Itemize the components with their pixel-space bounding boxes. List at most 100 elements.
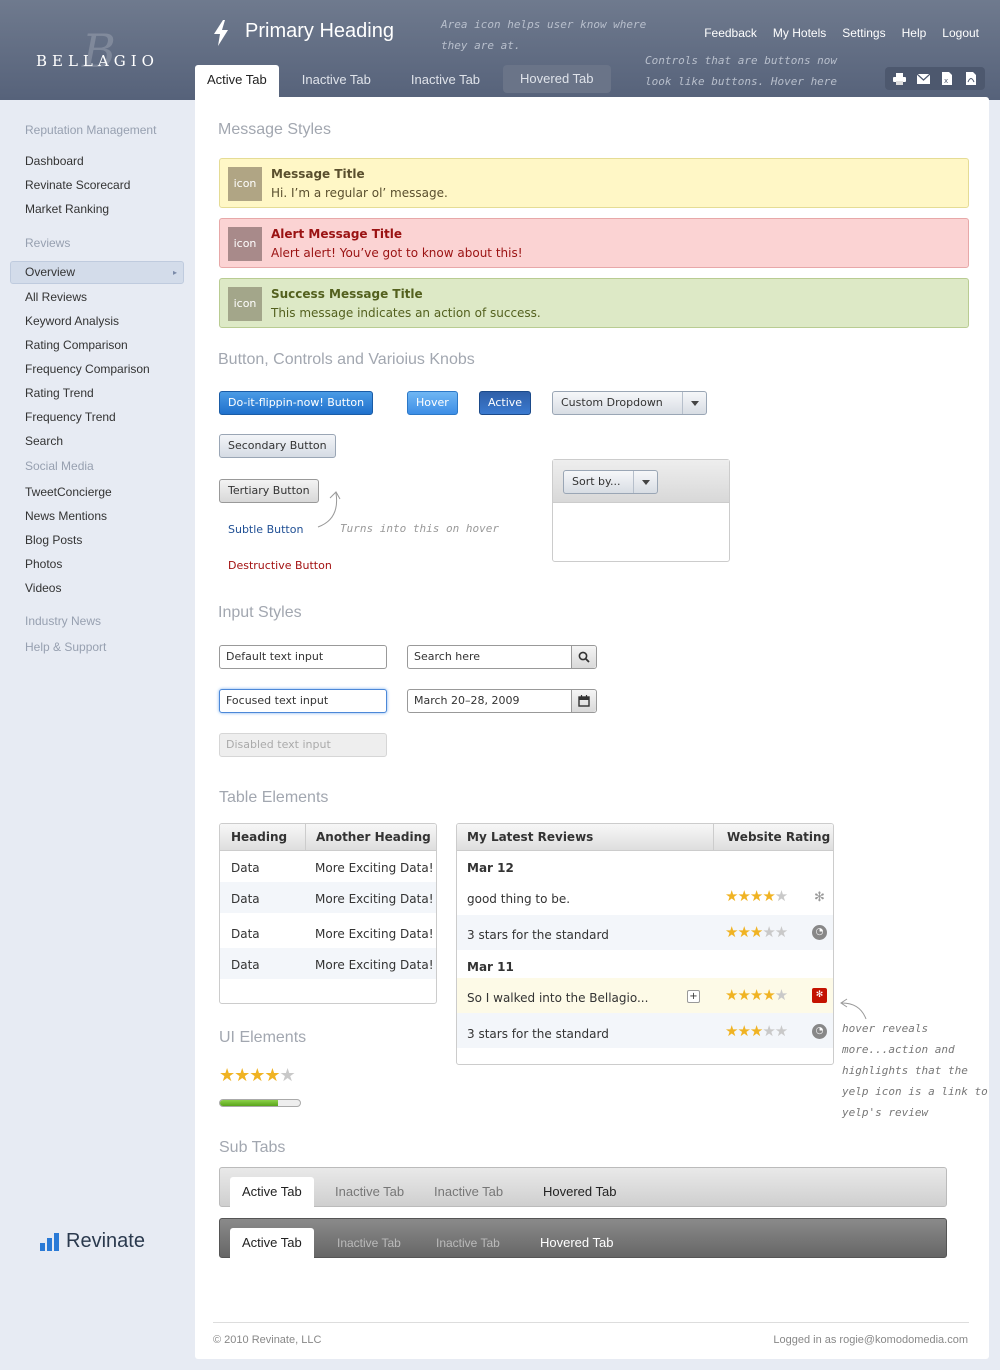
yelp-icon[interactable]: ✻ xyxy=(812,890,827,905)
section-title-tables: Table Elements xyxy=(219,789,329,806)
sidebar-item-keyword-analysis[interactable]: Keyword Analysis xyxy=(25,314,119,328)
sidebar-item-news-mentions[interactable]: News Mentions xyxy=(25,509,107,523)
review-source-icon[interactable]: ◔ xyxy=(812,1024,827,1039)
subtab-inactive-2[interactable]: Inactive Tab xyxy=(434,1177,503,1207)
tab-hovered[interactable]: Hovered Tab xyxy=(503,65,611,93)
settings-link[interactable]: Settings xyxy=(842,26,885,40)
table-header[interactable]: Heading xyxy=(220,824,306,851)
sidebar-item-market-ranking[interactable]: Market Ranking xyxy=(25,202,109,216)
sidebar-section-social-media[interactable]: Social Media xyxy=(25,459,94,473)
message-icon: icon xyxy=(228,287,262,321)
table-header[interactable]: Another Heading xyxy=(306,824,436,851)
default-text-input[interactable]: Default text input xyxy=(219,645,387,669)
message-info: icon Message Title Hi. I’m a regular ol’… xyxy=(219,158,969,208)
pdf-icon[interactable] xyxy=(959,69,983,88)
logout-link[interactable]: Logout xyxy=(942,26,979,40)
sidebar-item-photos[interactable]: Photos xyxy=(25,557,62,571)
section-title-messages: Message Styles xyxy=(218,121,331,138)
table-cell: More Exciting Data! xyxy=(315,892,434,906)
focused-text-input[interactable]: Focused text input xyxy=(219,689,387,713)
sidebar-section-reputation[interactable]: Reputation Management xyxy=(25,123,156,137)
feedback-link[interactable]: Feedback xyxy=(704,26,757,40)
secondary-button[interactable]: Secondary Button xyxy=(219,434,336,458)
sidebar: Reputation Management Dashboard Revinate… xyxy=(0,100,195,1370)
date-range-input[interactable]: March 20–28, 2009 xyxy=(407,689,597,713)
primary-button[interactable]: Do-it-flippin-now! Button xyxy=(219,391,374,415)
sort-panel: Sort by... xyxy=(552,459,730,562)
subtab-hovered[interactable]: Hovered Tab xyxy=(543,1177,616,1207)
sidebar-item-rating-comparison[interactable]: Rating Comparison xyxy=(25,338,128,352)
message-body: This message indicates an action of succ… xyxy=(271,306,541,320)
sidebar-item-videos[interactable]: Videos xyxy=(25,581,61,595)
tertiary-button[interactable]: Tertiary Button xyxy=(219,479,319,503)
table-cell: Data xyxy=(231,892,260,906)
sort-dropdown[interactable]: Sort by... xyxy=(563,470,658,494)
tab-active[interactable]: Active Tab xyxy=(195,65,279,100)
destructive-button[interactable]: Destructive Button xyxy=(228,555,332,579)
review-text[interactable]: good thing to be. xyxy=(467,892,570,906)
progress-bar-fill xyxy=(220,1100,278,1106)
search-icon[interactable] xyxy=(571,646,596,668)
print-icon[interactable] xyxy=(887,69,911,88)
search-input[interactable]: Search here xyxy=(407,645,597,669)
subtab-active[interactable]: Active Tab xyxy=(230,1177,314,1207)
message-title: Alert Message Title xyxy=(271,227,403,241)
subtle-button[interactable]: Subtle Button xyxy=(228,519,303,543)
email-icon[interactable] xyxy=(911,69,935,88)
logo-text: BELLAGIO xyxy=(36,52,159,70)
primary-button-active[interactable]: Active xyxy=(479,391,532,415)
sidebar-item-dashboard[interactable]: Dashboard xyxy=(25,154,84,168)
sidebar-section-reviews[interactable]: Reviews xyxy=(25,236,70,250)
tab-inactive-1[interactable]: Inactive Tab xyxy=(285,65,388,100)
message-title: Success Message Title xyxy=(271,287,423,301)
star-rating: ★★★★★ xyxy=(725,887,788,905)
yelp-icon[interactable]: ✻ xyxy=(812,988,827,1003)
sidebar-section-industry-news[interactable]: Industry News xyxy=(25,614,101,628)
sidebar-item-scorecard[interactable]: Revinate Scorecard xyxy=(25,178,130,192)
progress-bar xyxy=(219,1099,301,1107)
section-title-inputs: Input Styles xyxy=(218,604,302,621)
search-placeholder: Search here xyxy=(414,650,481,663)
primary-button-hover[interactable]: Hover xyxy=(407,391,458,415)
sidebar-item-overview[interactable]: Overview ▸ xyxy=(10,261,184,284)
disabled-text-input: Disabled text input xyxy=(219,733,387,757)
subtab-hovered[interactable]: Hovered Tab xyxy=(540,1228,613,1258)
subtab-inactive-1[interactable]: Inactive Tab xyxy=(335,1177,404,1207)
main-tabs: Active Tab Inactive Tab Inactive Tab Hov… xyxy=(195,65,617,100)
subtab-inactive-2[interactable]: Inactive Tab xyxy=(436,1228,500,1258)
table-header[interactable]: My Latest Reviews xyxy=(457,824,714,851)
tab-inactive-2[interactable]: Inactive Tab xyxy=(394,65,497,100)
sidebar-item-search[interactable]: Search xyxy=(25,434,63,448)
sidebar-item-rating-trend[interactable]: Rating Trend xyxy=(25,386,94,400)
review-text[interactable]: So I walked into the Bellagio... xyxy=(467,991,648,1005)
sidebar-item-frequency-trend[interactable]: Frequency Trend xyxy=(25,410,116,424)
subtab-inactive-1[interactable]: Inactive Tab xyxy=(337,1228,401,1258)
excel-icon[interactable]: x xyxy=(935,69,959,88)
sidebar-item-blog-posts[interactable]: Blog Posts xyxy=(25,533,82,547)
star-rating: ★★★★★ xyxy=(725,986,788,1004)
help-link[interactable]: Help xyxy=(902,26,927,40)
table-header[interactable]: Website Rating xyxy=(714,824,833,851)
custom-dropdown[interactable]: Custom Dropdown xyxy=(552,391,707,415)
message-icon: icon xyxy=(228,167,262,201)
reviews-table: My Latest Reviews Website Rating Mar 12 … xyxy=(456,823,834,1065)
footer-divider xyxy=(213,1322,969,1323)
export-toolbar: x xyxy=(885,67,985,90)
my-hotels-link[interactable]: My Hotels xyxy=(773,26,826,40)
calendar-icon[interactable] xyxy=(571,690,596,712)
bellagio-logo[interactable]: B BELLAGIO xyxy=(36,24,166,78)
content-panel: Message Styles icon Message Title Hi. I’… xyxy=(195,97,989,1359)
star-rating-widget[interactable]: ★★★★★ xyxy=(219,1067,296,1085)
svg-text:x: x xyxy=(944,77,948,85)
review-text[interactable]: 3 stars for the standard xyxy=(467,928,609,942)
chevron-down-icon xyxy=(682,392,706,414)
sidebar-item-frequency-comparison[interactable]: Frequency Comparison xyxy=(25,362,150,376)
review-text[interactable]: 3 stars for the standard xyxy=(467,1027,609,1041)
utility-links: Feedback My Hotels Settings Help Logout xyxy=(704,26,979,40)
subtab-active[interactable]: Active Tab xyxy=(230,1228,314,1258)
sidebar-item-all-reviews[interactable]: All Reviews xyxy=(25,290,87,304)
expand-icon[interactable]: + xyxy=(687,990,700,1003)
review-source-icon[interactable]: ◔ xyxy=(812,925,827,940)
sidebar-section-help-support[interactable]: Help & Support xyxy=(25,640,106,654)
sidebar-item-tweetconcierge[interactable]: TweetConcierge xyxy=(25,485,112,499)
